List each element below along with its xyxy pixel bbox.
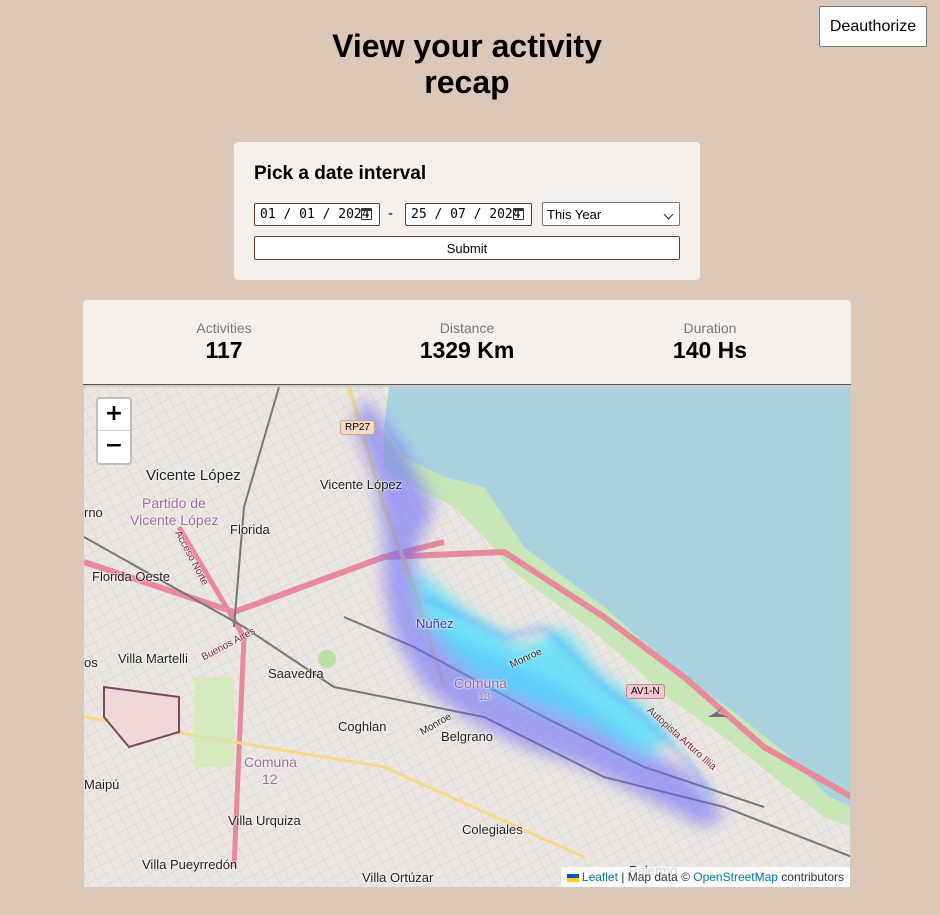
map-label-villa-urquiza: Villa Urquiza — [228, 813, 301, 828]
park — [194, 677, 234, 767]
date-preset-value: This Year — [547, 206, 602, 222]
stat-value: 140 Hs — [672, 337, 748, 363]
map-label-belgrano: Belgrano — [441, 729, 494, 744]
attribution-text: contributors — [777, 870, 844, 884]
activity-heatmap[interactable]: + − RP27 AV1-N Vicente López Partido de … — [83, 386, 851, 888]
start-date-input[interactable]: 01 / 01 / 2024 — [254, 203, 380, 226]
map-label-florida-oeste: Florida Oeste — [92, 569, 171, 584]
map-label-nunez: Núñez — [416, 616, 454, 631]
map-label-maipu: Maipú — [84, 777, 120, 792]
map-label-villa-pueyrredon: Villa Pueyrredón — [142, 857, 238, 872]
date-separator: - — [388, 205, 393, 222]
map-label-comuna-13: Comuna — [454, 675, 507, 691]
map-label-colegiales: Colegiales — [462, 822, 523, 837]
map-label-vicente-lopez: Vicente López — [146, 467, 241, 484]
stat-label: Distance — [439, 320, 495, 336]
leaflet-link[interactable]: Leaflet — [582, 870, 618, 884]
map-label-saavedra: Saavedra — [268, 666, 324, 681]
calendar-icon[interactable] — [513, 208, 524, 220]
map-label-comuna-13: 13 — [478, 691, 491, 703]
stat-value: 117 — [205, 337, 243, 363]
end-date-value: 25 / 07 / 2024 — [411, 207, 521, 222]
zoom-in-button[interactable]: + — [98, 399, 130, 431]
map-label-edge: os — [84, 655, 98, 670]
road-shield-av1n: AV1-N — [626, 684, 665, 699]
stats-summary: Activities 117 Distance 1329 Km Duration… — [83, 300, 851, 385]
map-label-villa-martelli: Villa Martelli — [118, 651, 188, 666]
openstreetmap-link[interactable]: OpenStreetMap — [693, 870, 778, 884]
chevron-down-icon — [663, 209, 674, 220]
stat-label: Activities — [196, 320, 252, 336]
stat-value: 1329 Km — [419, 337, 515, 363]
map-tiles — [84, 387, 850, 887]
page-title: View your activity recap — [332, 28, 602, 100]
map-attribution: Leaflet | Map data © OpenStreetMap contr… — [560, 867, 850, 887]
road-shield-rp27: RP27 — [340, 420, 376, 435]
map-label-florida: Florida — [230, 522, 270, 537]
ukraine-flag-icon — [566, 874, 579, 882]
stat-label: Duration — [683, 320, 737, 336]
zoom-out-button[interactable]: − — [98, 431, 130, 462]
map-label-coghlan: Coghlan — [338, 719, 387, 734]
zoom-control: + − — [96, 397, 132, 465]
calendar-icon[interactable] — [361, 208, 372, 220]
date-interval-heading: Pick a date interval — [254, 163, 427, 184]
attribution-text: | Map data © — [617, 870, 694, 884]
map-label-comuna-12: 12 — [262, 771, 278, 787]
stat-distance: Distance 1329 Km — [367, 320, 567, 364]
stat-activities: Activities 117 — [124, 320, 324, 364]
map-label-edge: rno — [84, 505, 103, 520]
start-date-value: 01 / 01 / 2024 — [260, 207, 370, 222]
date-interval-panel: Pick a date interval 01 / 01 / 2024 - 25… — [234, 142, 700, 280]
map-label-partido: Partido de — [142, 495, 206, 511]
submit-button[interactable]: Submit — [254, 236, 680, 260]
end-date-input[interactable]: 25 / 07 / 2024 — [405, 203, 532, 226]
map-label-partido: Vicente López — [130, 512, 219, 528]
map-label-villa-ortuzar: Villa Ortúzar — [362, 870, 434, 885]
deauthorize-button[interactable]: Deauthorize — [819, 6, 927, 47]
map-label-vicente-lopez: Vicente López — [320, 477, 403, 492]
date-preset-select[interactable]: This Year — [542, 202, 680, 226]
stat-duration: Duration 140 Hs — [610, 320, 810, 364]
map-label-comuna-12: Comuna — [244, 754, 297, 770]
